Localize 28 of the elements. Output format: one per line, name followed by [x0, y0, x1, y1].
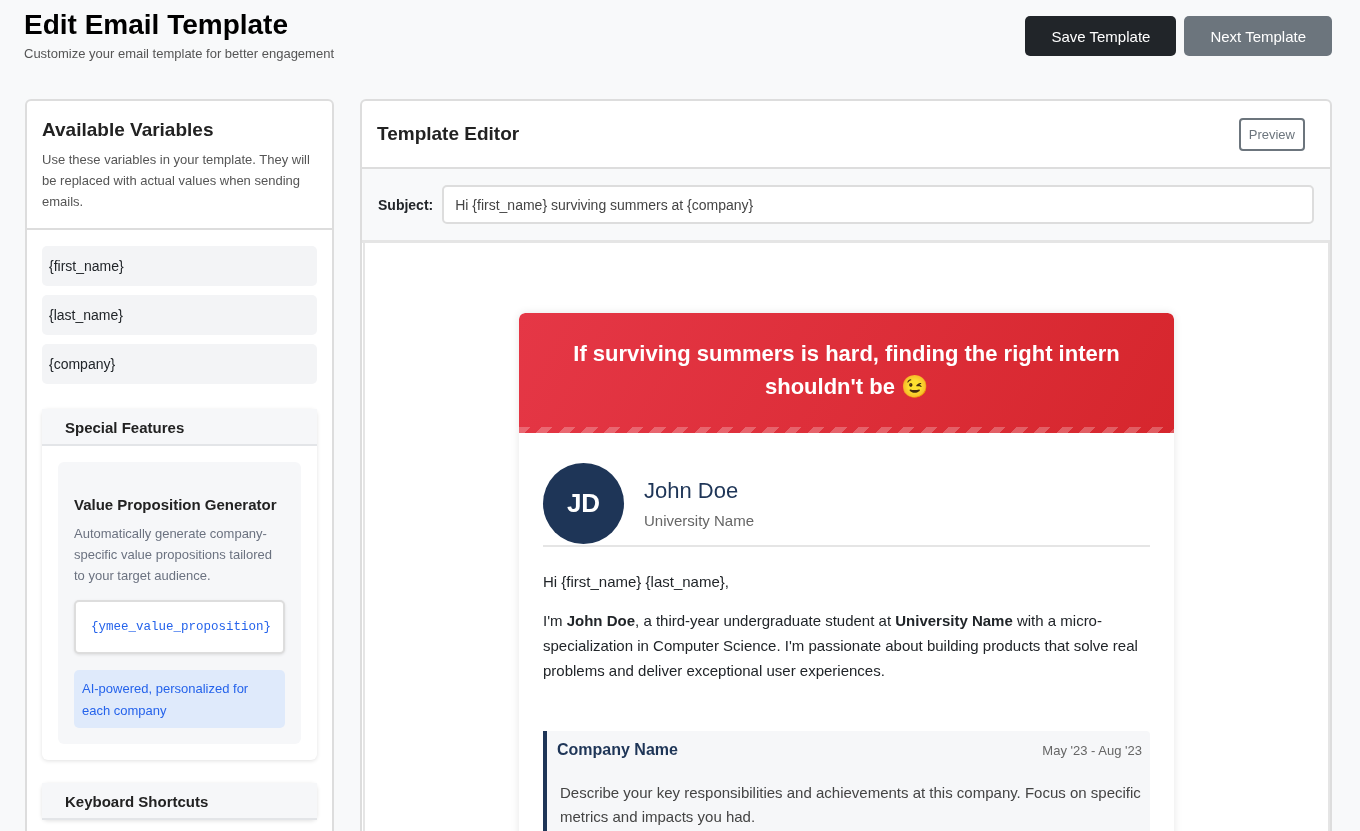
sender-school: University Name [644, 512, 755, 529]
subject-label: Subject: [378, 196, 434, 213]
feature-description: Automatically generate company-specific value propositions tailored to your target audience. [74, 525, 273, 585]
company-name: Company Name [557, 741, 678, 759]
save-button[interactable]: Save Template [1025, 16, 1177, 56]
panel-title: Template Editor [377, 123, 520, 145]
panel-title: Available Variables [42, 119, 215, 141]
experience-description: Describe your key responsibilities and achievements at this company. Focus on specific metrics and impacts you had. [560, 783, 1142, 827]
feature-title: Value Proposition Generator [74, 496, 278, 513]
next-button[interactable]: Next Template [1184, 16, 1332, 56]
feature-note: AI-powered, personalized for each company [74, 670, 285, 728]
variable-item[interactable]: {company} [42, 344, 317, 384]
variable-item[interactable]: {first_name} [42, 246, 317, 286]
intro-paragraph: I'm John Doe, a third-year undergraduate student at University Name with a micro-specialization in Computer Science. I'm passionate about building products that solve real problems and deliver exceptional user experiences. [543, 611, 1139, 681]
card-title: Special Features [65, 419, 185, 436]
greeting-text: Hi {first_name} {last_name}, [543, 573, 730, 590]
date-range: May '23 - Aug '23 [1042, 742, 1142, 758]
variable-item[interactable]: {last_name} [42, 295, 317, 335]
page-subtitle: Customize your email template for better engagement [24, 46, 334, 61]
avatar: JD [543, 463, 624, 544]
variable-code[interactable]: {ymee_value_proposition} [74, 600, 285, 654]
card-title: Keyboard Shortcuts [65, 793, 209, 810]
preview-button[interactable]: Preview [1238, 117, 1305, 151]
panel-description: Use these variables in your template. They will be replaced with actual values when sending emails. [42, 151, 311, 211]
page-title: Edit Email Template [24, 8, 289, 42]
email-headline: If surviving summers is hard, finding the right intern shouldn't be 😉 [572, 340, 1121, 401]
subject-field[interactable]: Hi {first_name} surviving summers at {company} [442, 185, 1314, 224]
sender-name: John Doe [644, 478, 740, 504]
